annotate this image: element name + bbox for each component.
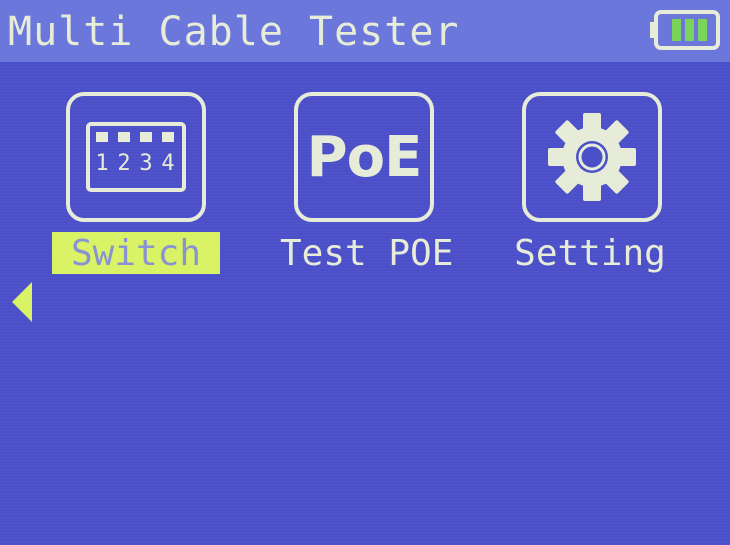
tester-screen: Multi Cable Tester 1 2 3 4 Switch PoE Te… <box>0 0 730 545</box>
left-arrow-icon[interactable] <box>12 282 32 322</box>
setting-menu-item[interactable] <box>522 92 662 222</box>
test-poe-label[interactable]: Test POE <box>280 232 453 276</box>
test-poe-menu-item[interactable]: PoE <box>294 92 434 222</box>
port-label: 2 <box>117 151 130 176</box>
gear-icon <box>548 113 636 201</box>
main-menu: 1 2 3 4 Switch PoE Test POE Setting <box>0 0 730 545</box>
poe-icon: PoE <box>306 124 423 190</box>
port-label: 3 <box>139 151 152 176</box>
switch-ports-icon: 1 2 3 4 <box>86 122 186 192</box>
switch-label[interactable]: Switch <box>52 232 220 274</box>
port-label: 1 <box>95 151 108 176</box>
switch-menu-item[interactable]: 1 2 3 4 <box>66 92 206 222</box>
port-label: 4 <box>161 151 174 176</box>
setting-label[interactable]: Setting <box>510 232 670 276</box>
